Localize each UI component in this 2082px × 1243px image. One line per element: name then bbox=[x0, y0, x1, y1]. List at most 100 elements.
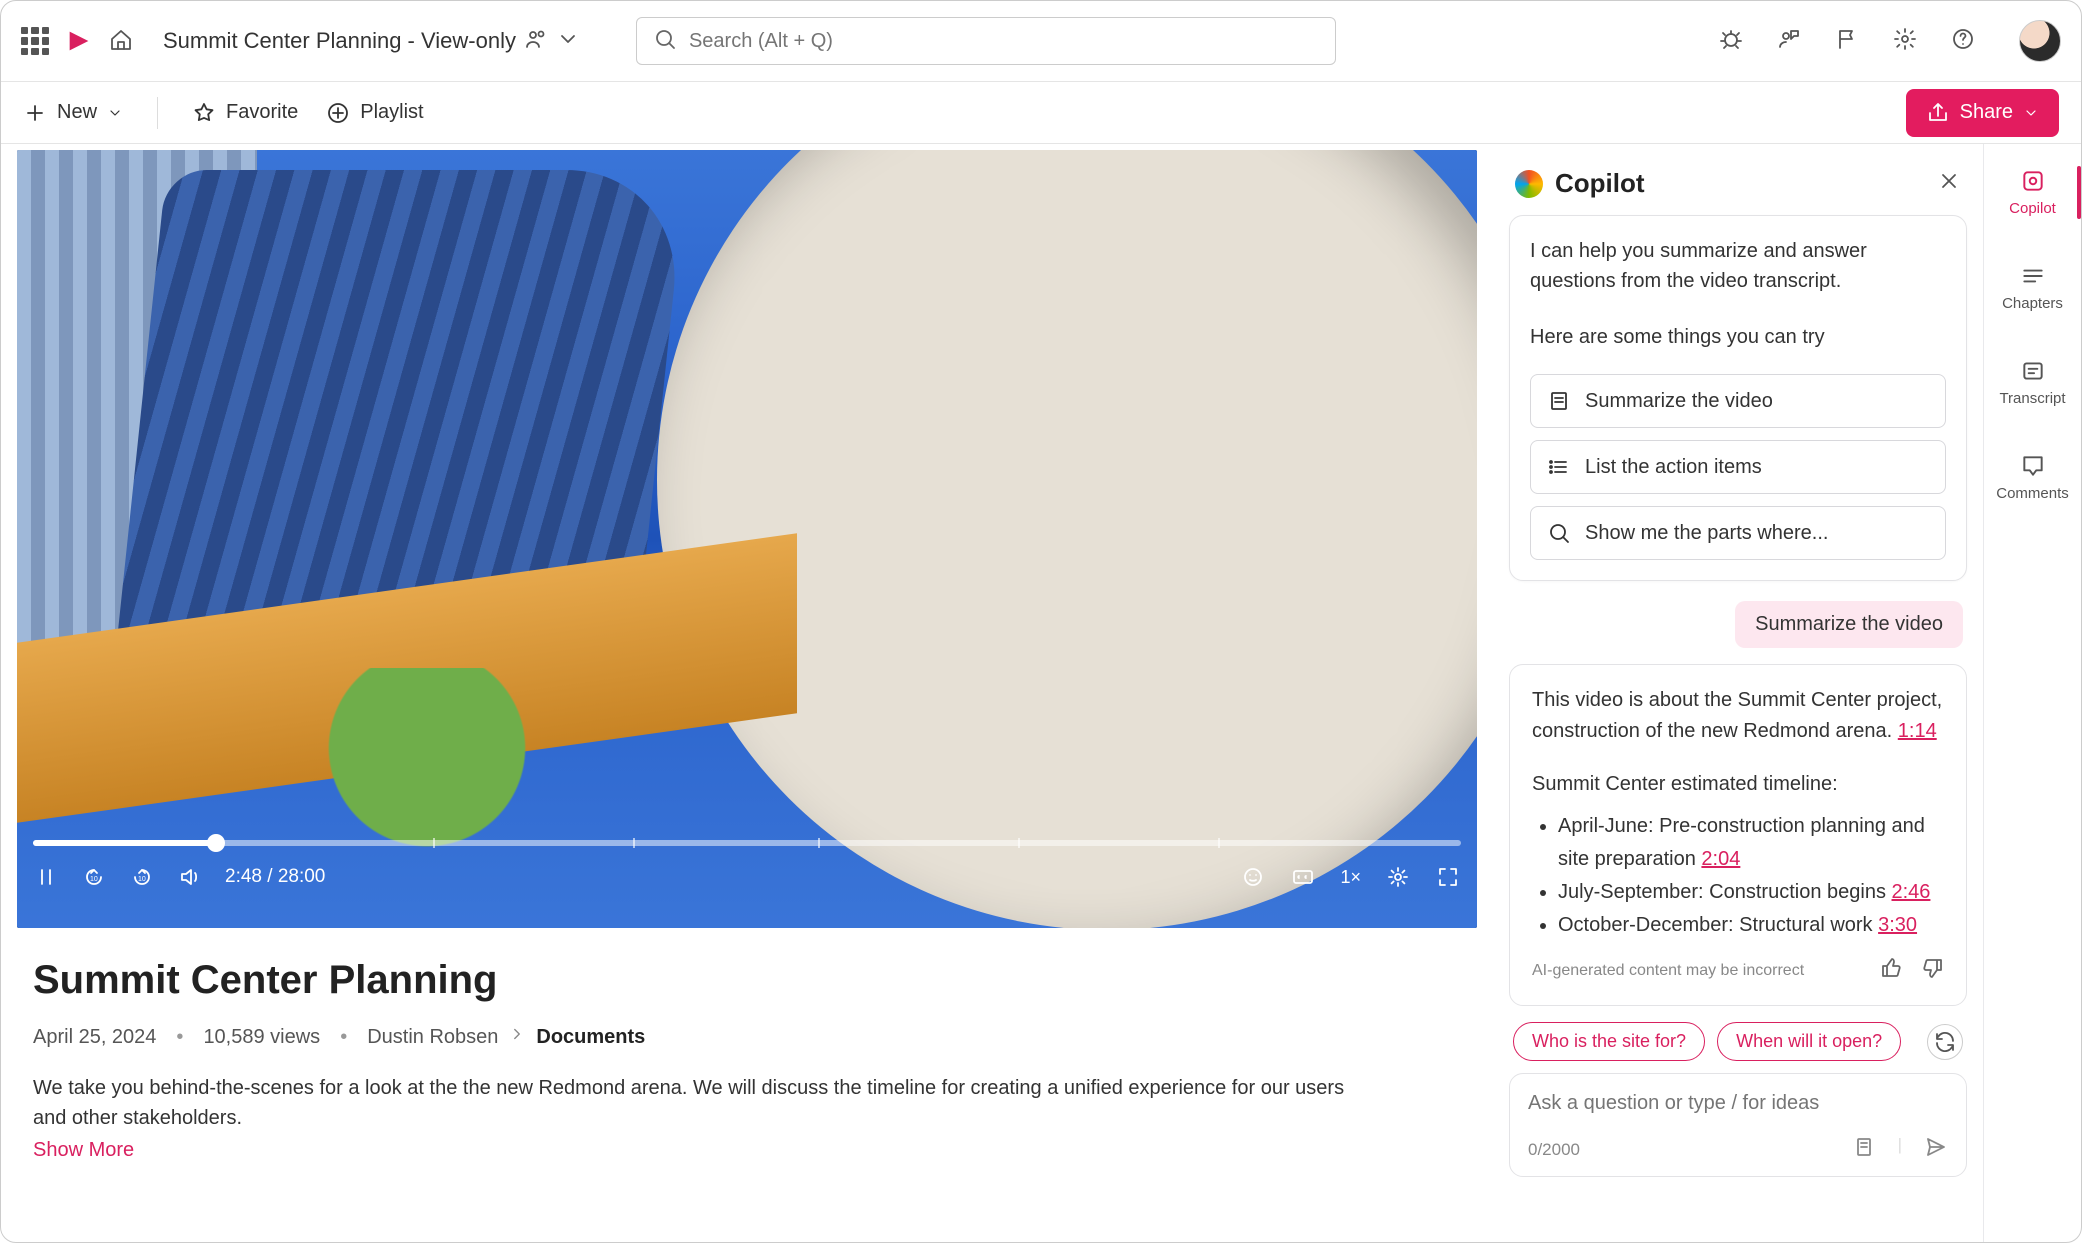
video-info: Summit Center Planning April 25, 2024 10… bbox=[1, 928, 1493, 1162]
copilot-panel: Copilot I can help you summarize and ans… bbox=[1493, 144, 1983, 1242]
settings-gear-icon[interactable] bbox=[1893, 27, 1917, 56]
volume-icon[interactable] bbox=[177, 864, 203, 890]
svg-text:10: 10 bbox=[138, 876, 146, 883]
response-paragraph: This video is about the Summit Center pr… bbox=[1532, 685, 1944, 747]
response-timeline-heading: Summit Center estimated timeline: bbox=[1532, 769, 1944, 800]
chevron-down-icon bbox=[107, 105, 123, 121]
share-button[interactable]: Share bbox=[1906, 89, 2059, 137]
list-item: October-December: Structural work 3:30 bbox=[1558, 909, 1944, 942]
followup-chip[interactable]: Who is the site for? bbox=[1513, 1022, 1705, 1061]
forward-10-icon[interactable]: 10 bbox=[129, 864, 155, 890]
share-label: Share bbox=[1960, 101, 2013, 124]
bug-icon[interactable] bbox=[1719, 27, 1743, 56]
chevron-down-icon bbox=[2023, 105, 2039, 121]
suggestion-action-items[interactable]: List the action items bbox=[1530, 440, 1946, 494]
copilot-logo-icon bbox=[1515, 170, 1543, 198]
video-meta: April 25, 2024 10,589 views Dustin Robse… bbox=[33, 1025, 1461, 1049]
search-input[interactable] bbox=[689, 30, 1319, 53]
timestamp-link[interactable]: 3:30 bbox=[1878, 914, 1917, 936]
document-title: Summit Center Planning - View-only bbox=[163, 28, 516, 54]
home-icon[interactable] bbox=[109, 28, 135, 54]
timestamp-link[interactable]: 1:14 bbox=[1898, 720, 1937, 742]
video-date: April 25, 2024 bbox=[33, 1026, 156, 1049]
new-button[interactable]: New bbox=[23, 101, 123, 125]
toolbar: New Favorite Playlist Share bbox=[1, 81, 2081, 143]
followup-chip[interactable]: When will it open? bbox=[1717, 1022, 1901, 1061]
rail-tab-comments[interactable]: Comments bbox=[1984, 447, 2081, 508]
refresh-suggestions-icon[interactable] bbox=[1927, 1024, 1963, 1060]
favorite-button[interactable]: Favorite bbox=[192, 101, 298, 125]
rail-tab-transcript[interactable]: Transcript bbox=[1984, 352, 2081, 413]
playback-speed[interactable]: 1× bbox=[1340, 867, 1361, 888]
response-timeline-list: April-June: Pre-construction planning an… bbox=[1558, 810, 1944, 942]
user-avatar[interactable] bbox=[2019, 20, 2061, 62]
copilot-input[interactable] bbox=[1528, 1092, 1948, 1115]
search-box[interactable] bbox=[636, 17, 1336, 65]
help-icon[interactable] bbox=[1951, 27, 1975, 56]
playlist-button[interactable]: Playlist bbox=[326, 101, 423, 125]
copilot-response-card: This video is about the Summit Center pr… bbox=[1509, 664, 1967, 1006]
player-settings-icon[interactable] bbox=[1385, 864, 1411, 890]
copilot-intro-card: I can help you summarize and answer ques… bbox=[1509, 215, 1967, 581]
search-icon bbox=[653, 27, 677, 56]
user-message: Summarize the video bbox=[1735, 601, 1963, 648]
list-item: July-September: Construction begins 2:46 bbox=[1558, 876, 1944, 909]
fullscreen-icon[interactable] bbox=[1435, 864, 1461, 890]
right-rail: Copilot Chapters Transcript Comments bbox=[1983, 144, 2081, 1242]
rail-tab-chapters[interactable]: Chapters bbox=[1984, 257, 2081, 318]
timestamp-link[interactable]: 2:04 bbox=[1701, 848, 1740, 870]
video-title: Summit Center Planning bbox=[33, 958, 1461, 1003]
video-frame[interactable]: 10 10 2:48 / 28:00 1× bbox=[17, 150, 1477, 928]
send-icon[interactable] bbox=[1924, 1135, 1948, 1164]
copilot-try-label: Here are some things you can try bbox=[1530, 322, 1946, 352]
copilot-title: Copilot bbox=[1555, 168, 1645, 199]
seek-bar[interactable] bbox=[33, 840, 1461, 846]
toolbar-divider bbox=[157, 97, 158, 129]
prompt-book-icon[interactable] bbox=[1852, 1135, 1876, 1164]
svg-text:10: 10 bbox=[90, 876, 98, 883]
thumbs-up-icon[interactable] bbox=[1880, 956, 1904, 985]
rewind-10-icon[interactable]: 10 bbox=[81, 864, 107, 890]
show-more-link[interactable]: Show More bbox=[33, 1139, 134, 1162]
video-controls: 10 10 2:48 / 28:00 1× bbox=[17, 840, 1477, 928]
seek-thumb[interactable] bbox=[207, 834, 225, 852]
copilot-header: Copilot bbox=[1505, 160, 1971, 215]
suggestion-show-parts[interactable]: Show me the parts where... bbox=[1530, 506, 1946, 560]
header-actions bbox=[1719, 20, 2061, 62]
list-item: April-June: Pre-construction planning an… bbox=[1558, 810, 1944, 876]
breadcrumb-current[interactable]: Documents bbox=[536, 1026, 645, 1049]
char-count: 0/2000 bbox=[1528, 1140, 1580, 1160]
followup-chip-row: Who is the site for? When will it open? bbox=[1505, 1018, 1971, 1073]
ai-disclaimer: AI-generated content may be incorrect bbox=[1532, 962, 1804, 980]
suggestion-label: Show me the parts where... bbox=[1585, 522, 1828, 545]
content-area: 10 10 2:48 / 28:00 1× bbox=[1, 143, 2081, 1242]
stream-app-logo-icon[interactable] bbox=[65, 27, 93, 55]
reactions-icon[interactable] bbox=[1240, 864, 1266, 890]
video-description: We take you behind-the-scenes for a look… bbox=[33, 1073, 1353, 1133]
flag-icon[interactable] bbox=[1835, 27, 1859, 56]
copilot-input-box: 0/2000 | bbox=[1509, 1073, 1967, 1177]
suggestion-label: Summarize the video bbox=[1585, 390, 1773, 413]
rail-tab-copilot[interactable]: Copilot bbox=[1984, 162, 2081, 223]
app-root: Summit Center Planning - View-only bbox=[1, 1, 2081, 1242]
people-access-icon[interactable] bbox=[524, 27, 548, 56]
person-feedback-icon[interactable] bbox=[1777, 27, 1801, 56]
app-launcher-icon[interactable] bbox=[21, 27, 49, 55]
playlist-label: Playlist bbox=[360, 101, 423, 124]
copilot-intro-text: I can help you summarize and answer ques… bbox=[1530, 236, 1946, 296]
chevron-down-icon[interactable] bbox=[556, 27, 580, 56]
timestamp-link[interactable]: 2:46 bbox=[1892, 881, 1931, 903]
captions-icon[interactable] bbox=[1290, 864, 1316, 890]
chevron-right-icon bbox=[508, 1025, 526, 1049]
new-label: New bbox=[57, 101, 97, 124]
favorite-label: Favorite bbox=[226, 101, 298, 124]
suggestion-summarize[interactable]: Summarize the video bbox=[1530, 374, 1946, 428]
video-author[interactable]: Dustin Robsen bbox=[367, 1026, 498, 1049]
video-views: 10,589 views bbox=[203, 1026, 320, 1049]
video-player: 10 10 2:48 / 28:00 1× bbox=[17, 150, 1477, 928]
thumbs-down-icon[interactable] bbox=[1920, 956, 1944, 985]
suggestion-label: List the action items bbox=[1585, 456, 1762, 479]
pause-icon[interactable] bbox=[33, 864, 59, 890]
close-icon[interactable] bbox=[1937, 169, 1961, 199]
document-title-group: Summit Center Planning - View-only bbox=[163, 27, 580, 56]
